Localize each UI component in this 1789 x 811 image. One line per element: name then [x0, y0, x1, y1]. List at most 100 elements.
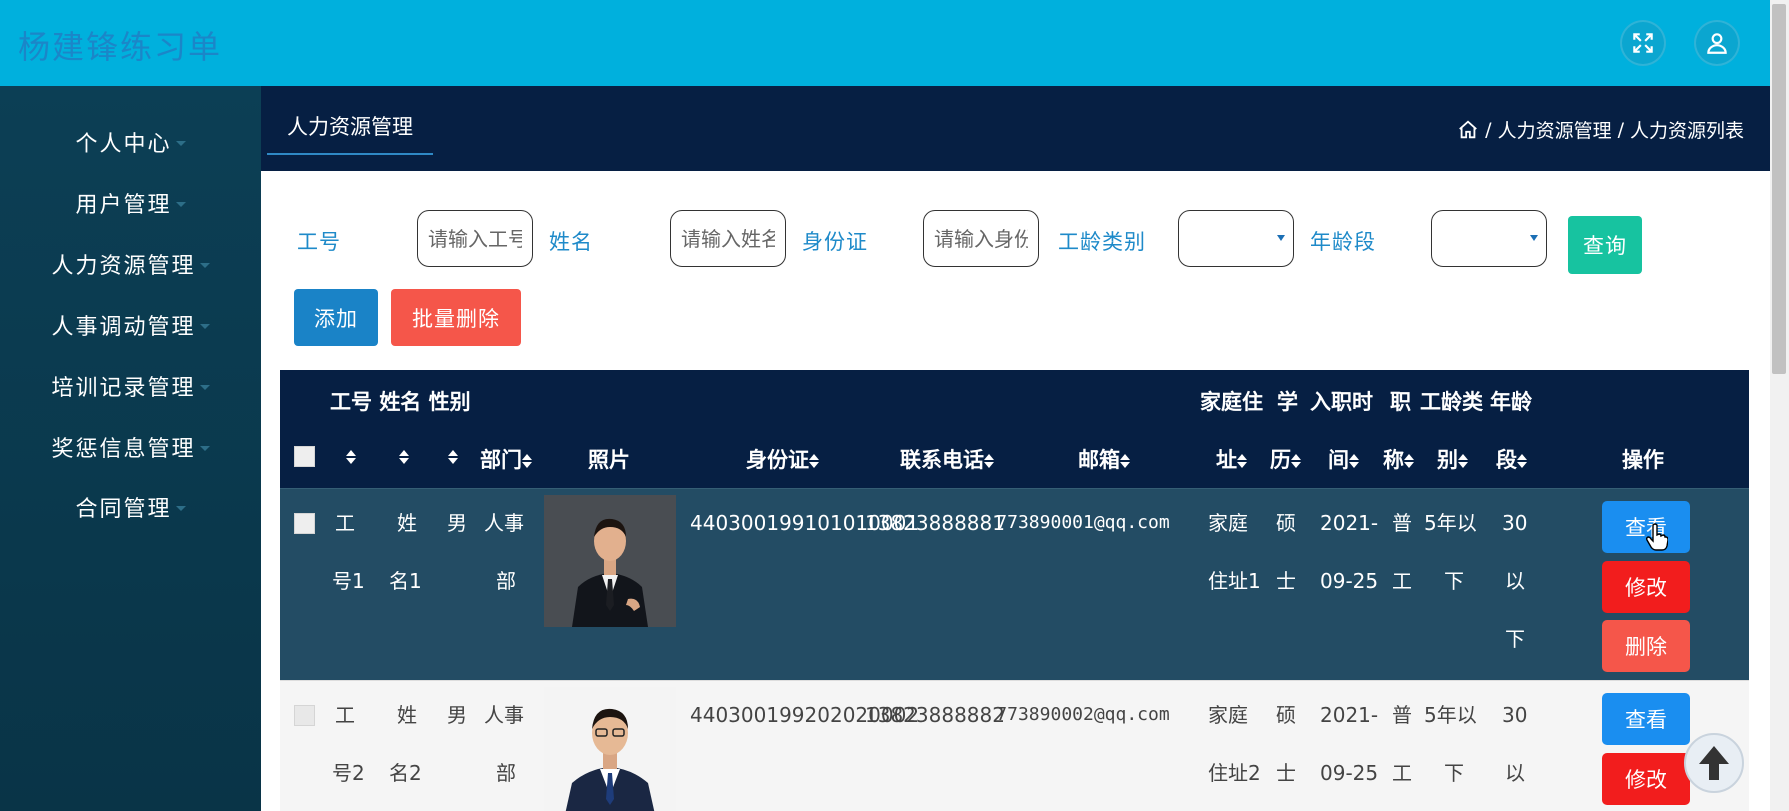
- sidebar-item-label: 人力资源管理: [51, 254, 196, 279]
- sidebar-item-personnel-transfer[interactable]: 人事调动管理: [0, 305, 261, 345]
- sort-employee-id[interactable]: [346, 444, 356, 468]
- filter-label-age-range: 年龄段: [1310, 230, 1376, 254]
- batch-delete-button[interactable]: 批量删除: [391, 289, 521, 346]
- col-department-header[interactable]: 部门: [480, 444, 532, 474]
- filter-label-name: 姓名: [549, 230, 593, 254]
- dropdown-arrow-icon: [1530, 235, 1538, 241]
- filter-label-employee-id: 工号: [297, 230, 341, 254]
- col-phone-header[interactable]: 联系电话: [900, 444, 994, 474]
- name-input[interactable]: [670, 210, 786, 267]
- employee-photo: [544, 495, 676, 627]
- col-address-header-top: 家庭住: [1200, 390, 1263, 414]
- view-button[interactable]: 查看: [1602, 693, 1690, 745]
- caret-down-icon: [199, 323, 210, 329]
- select-all-checkbox[interactable]: [294, 446, 315, 467]
- sidebar-item-contract-management[interactable]: 合同管理: [0, 487, 261, 527]
- col-age-header[interactable]: 段: [1496, 444, 1527, 474]
- sort-gender[interactable]: [448, 444, 458, 468]
- sort-name[interactable]: [399, 444, 409, 468]
- employee-photo: [544, 687, 676, 811]
- person-portrait-icon: [544, 687, 676, 811]
- col-seniority-header[interactable]: 别: [1437, 444, 1468, 474]
- cell-name-line2: 名1: [389, 569, 422, 593]
- filter-label-seniority-category: 工龄类别: [1058, 230, 1146, 254]
- seniority-category-select[interactable]: [1178, 210, 1294, 267]
- sidebar-item-training-records[interactable]: 培训记录管理: [0, 366, 261, 406]
- col-hire-date-label: 间: [1328, 448, 1349, 472]
- caret-down-icon: [199, 384, 210, 390]
- id-card-input[interactable]: [923, 210, 1039, 267]
- row-checkbox[interactable]: [294, 705, 315, 726]
- sidebar-item-personal-center[interactable]: 个人中心: [0, 122, 261, 162]
- col-department-label: 部门: [480, 448, 522, 472]
- sidebar-item-user-management[interactable]: 用户管理: [0, 183, 261, 223]
- col-education-header[interactable]: 历: [1270, 444, 1301, 474]
- caret-down-icon: [199, 445, 210, 451]
- cell-email: 773890002@qq.com: [996, 704, 1170, 725]
- back-to-top-button[interactable]: [1684, 733, 1744, 793]
- sort-icon: [1237, 453, 1247, 469]
- sidebar-item-label: 人事调动管理: [51, 315, 196, 340]
- expand-arrows-icon: [1633, 33, 1653, 53]
- col-gender-header: 性别: [428, 390, 471, 414]
- col-id-card-label: 身份证: [746, 448, 809, 472]
- sidebar-item-label: 合同管理: [75, 497, 172, 522]
- add-button[interactable]: 添加: [294, 289, 378, 346]
- user-button[interactable]: [1694, 20, 1740, 66]
- row-checkbox[interactable]: [294, 513, 315, 534]
- col-hire-date-header[interactable]: 间: [1328, 444, 1359, 474]
- sort-icon: [1404, 453, 1414, 469]
- col-employee-id-header: 工号: [330, 390, 372, 414]
- sidebar-item-label: 培训记录管理: [51, 376, 196, 401]
- sidebar-item-hr-management[interactable]: 人力资源管理: [0, 244, 261, 284]
- cell-title-line1: 普: [1392, 511, 1412, 535]
- home-icon[interactable]: [1457, 119, 1479, 141]
- cell-department-line1: 人事: [484, 511, 524, 535]
- cell-seniority-line2: 下: [1444, 569, 1464, 593]
- age-range-select[interactable]: [1431, 210, 1547, 267]
- cell-age-line2: 以: [1505, 761, 1525, 785]
- breadcrumb-separator: /: [1617, 118, 1624, 141]
- col-title-label: 称: [1383, 448, 1404, 472]
- edit-button[interactable]: 修改: [1602, 753, 1690, 805]
- header-top-left-group: 工号 姓名 性别: [330, 386, 471, 416]
- cell-employee-id-line1: 工: [335, 703, 355, 727]
- person-portrait-icon: [544, 495, 676, 627]
- caret-down-icon: [175, 140, 186, 146]
- col-name-header: 姓名: [379, 390, 422, 414]
- col-email-header[interactable]: 邮箱: [1078, 444, 1130, 474]
- sort-icon: [1120, 453, 1130, 469]
- scrollbar-thumb[interactable]: [1772, 4, 1786, 374]
- cell-name-line1: 姓: [397, 703, 417, 727]
- cell-department-line2: 部: [496, 569, 516, 593]
- delete-button[interactable]: 删除: [1602, 620, 1690, 672]
- col-title-header[interactable]: 称: [1383, 444, 1414, 474]
- cell-education-line1: 硕: [1276, 511, 1296, 535]
- cell-gender: 男: [447, 511, 467, 535]
- user-icon: [1707, 33, 1727, 54]
- breadcrumb-level1[interactable]: 人力资源管理: [1498, 116, 1612, 143]
- cell-phone: 13823888881: [865, 511, 1005, 535]
- app-title: 杨建锋练习单: [18, 28, 223, 66]
- cell-name-line2: 名2: [389, 761, 422, 785]
- sidebar: 个人中心 用户管理 人力资源管理 人事调动管理 培训记录管理 奖惩信息管理 合同…: [0, 86, 261, 811]
- breadcrumb-separator: /: [1485, 118, 1492, 141]
- cell-employee-id-line1: 工: [335, 511, 355, 535]
- filter-label-id-card: 身份证: [802, 230, 868, 254]
- cell-age-line2: 以: [1505, 569, 1525, 593]
- table-row: 工 号2 姓 名2 男 人事 部 440300199202020002 1382…: [280, 680, 1749, 811]
- fullscreen-button[interactable]: [1620, 20, 1666, 66]
- top-header: 杨建锋练习单: [0, 0, 1770, 86]
- sidebar-item-rewards-penalties[interactable]: 奖惩信息管理: [0, 427, 261, 467]
- col-age-header-top: 年龄: [1490, 390, 1532, 414]
- col-address-header[interactable]: 址: [1216, 444, 1247, 474]
- cell-hire-date-line1: 2021-: [1320, 511, 1379, 535]
- cell-address-line2: 住址1: [1208, 569, 1261, 593]
- cell-hire-date-line1: 2021-: [1320, 703, 1379, 727]
- query-button[interactable]: 查询: [1568, 216, 1642, 274]
- edit-button[interactable]: 修改: [1602, 561, 1690, 613]
- employee-id-input[interactable]: [417, 210, 533, 267]
- col-id-card-header[interactable]: 身份证: [746, 444, 819, 474]
- tab-hr-management[interactable]: 人力资源管理: [267, 110, 433, 155]
- cell-department-line2: 部: [496, 761, 516, 785]
